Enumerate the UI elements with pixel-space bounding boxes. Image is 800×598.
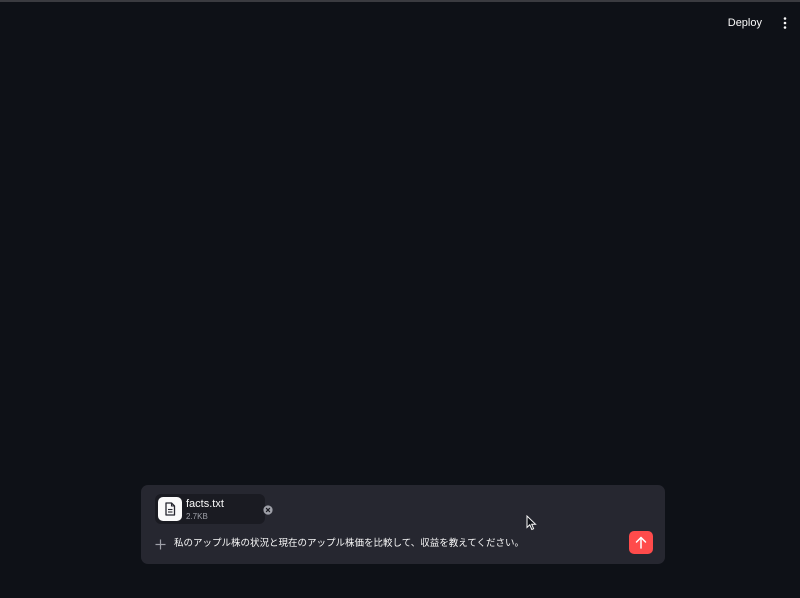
send-button[interactable] — [629, 531, 653, 554]
chat-input[interactable]: 私のアップル株の状況と現在のアップル株価を比較して、収益を教えてください。 — [174, 535, 614, 552]
file-name: facts.txt — [186, 498, 224, 510]
top-decoration-bar — [0, 0, 800, 2]
mouse-pointer-icon — [526, 515, 537, 531]
file-attachment-chip: facts.txt 2.7KB — [155, 494, 273, 524]
app-window: Deploy facts.txt 2.7KB 私のアップル株の状況と現在のアップ… — [0, 0, 800, 598]
deploy-button[interactable]: Deploy — [722, 13, 768, 33]
header-toolbar: Deploy — [722, 10, 794, 36]
arrow-up-icon — [635, 536, 647, 549]
file-document-icon — [158, 497, 182, 521]
plus-icon[interactable] — [153, 537, 167, 551]
more-vertical-icon[interactable] — [776, 12, 794, 34]
file-size: 2.7KB — [186, 512, 208, 521]
remove-attachment-icon[interactable] — [263, 505, 273, 515]
chat-input-container: facts.txt 2.7KB 私のアップル株の状況と現在のアップル株価を比較し… — [141, 485, 665, 564]
